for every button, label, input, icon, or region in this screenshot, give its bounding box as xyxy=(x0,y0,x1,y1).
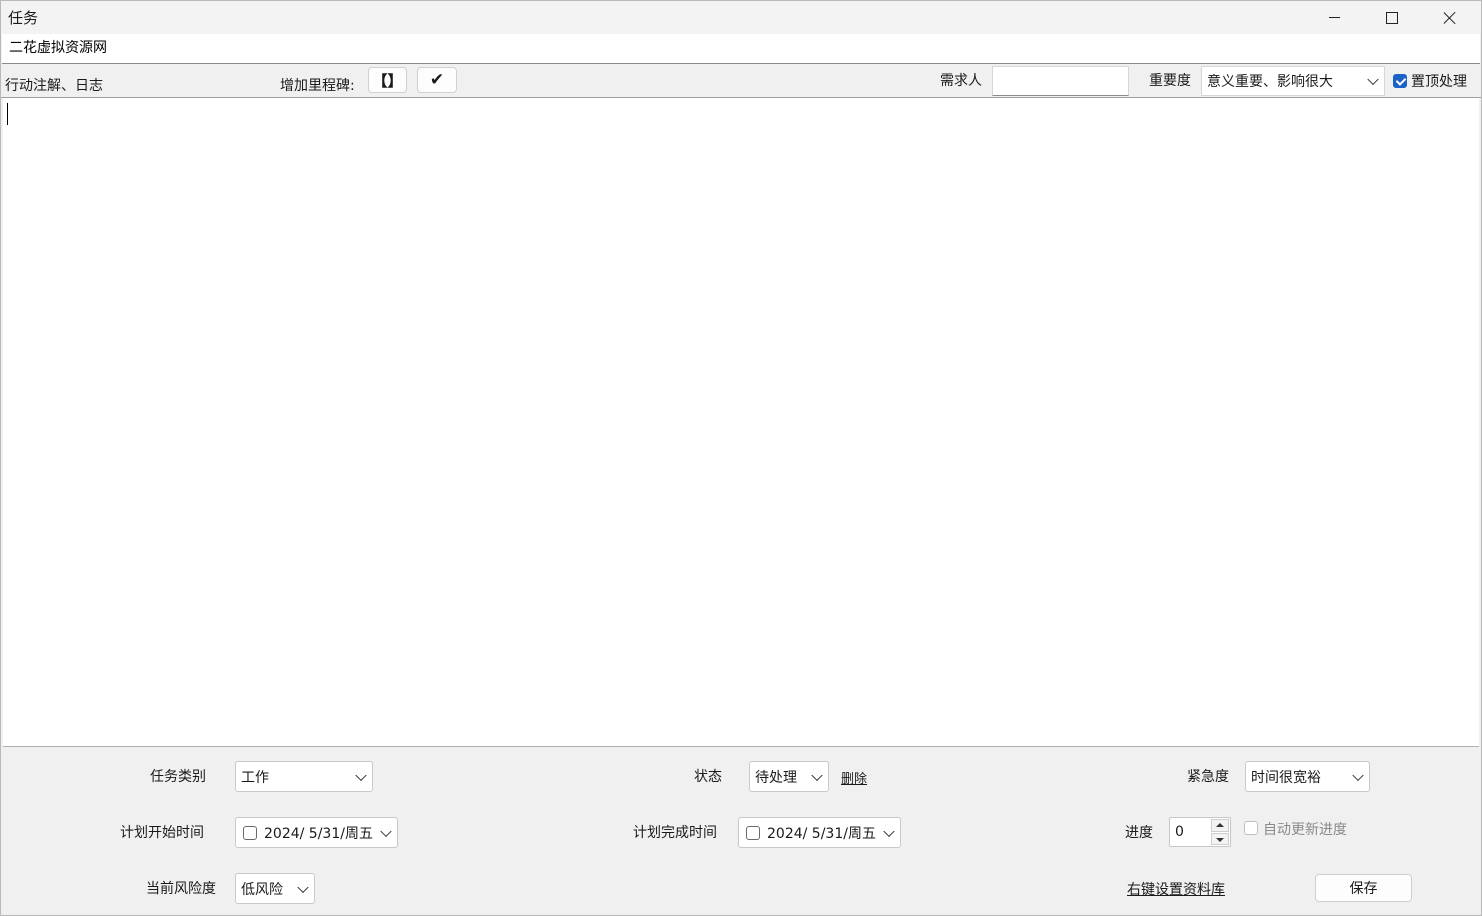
chevron-down-icon xyxy=(380,825,392,837)
maximize-button[interactable] xyxy=(1363,1,1421,34)
plan-start-value: 2024/ 5/31/周五 xyxy=(264,825,373,842)
plan-start-label: 计划开始时间 xyxy=(120,825,204,841)
add-milestone-check-button[interactable]: ✔ xyxy=(417,67,457,93)
plan-end-date-picker[interactable]: 2024/ 5/31/周五 xyxy=(738,817,901,848)
risk-label: 当前风险度 xyxy=(146,881,216,897)
chevron-down-icon xyxy=(811,769,823,781)
status-label: 状态 xyxy=(694,769,722,785)
risk-value: 低风险 xyxy=(241,881,283,898)
close-icon xyxy=(1443,11,1457,25)
chevron-down-icon xyxy=(1352,769,1364,781)
decrement-icon[interactable] xyxy=(1211,832,1229,845)
urgency-label: 紧急度 xyxy=(1187,769,1229,785)
maximize-icon xyxy=(1386,11,1398,24)
requester-label: 需求人 xyxy=(940,73,982,89)
toolbar: 行动注解、日志 增加里程碑: 【】 ✔ 需求人 重要度 意义重要、影响很大 置顶… xyxy=(1,64,1481,98)
progress-stepper[interactable]: 0 xyxy=(1169,817,1231,847)
status-select[interactable]: 待处理 xyxy=(749,761,829,792)
notes-editor[interactable] xyxy=(3,98,1479,747)
task-title-input[interactable] xyxy=(9,39,1409,55)
library-settings-link[interactable]: 右键设置资料库 xyxy=(1127,879,1225,899)
chevron-down-icon xyxy=(355,769,367,781)
status-value: 待处理 xyxy=(755,769,797,786)
auto-progress-label: 自动更新进度 xyxy=(1263,822,1347,838)
category-value: 工作 xyxy=(241,769,269,786)
importance-value: 意义重要、影响很大 xyxy=(1207,74,1333,90)
category-label: 任务类别 xyxy=(150,769,206,785)
urgency-select[interactable]: 时间很宽裕 xyxy=(1245,761,1370,792)
task-window: 任务 行动注解、日志 增加里程碑: 【】 ✔ 需求人 重要度 意义重要、影响很大… xyxy=(0,0,1482,916)
requester-field[interactable] xyxy=(992,66,1129,96)
plan-end-label: 计划完成时间 xyxy=(633,825,717,841)
requester-input[interactable] xyxy=(993,67,1128,95)
plan-start-date-picker[interactable]: 2024/ 5/31/周五 xyxy=(235,817,398,848)
progress-value: 0 xyxy=(1175,824,1184,840)
minimize-button[interactable] xyxy=(1305,1,1363,34)
chevron-down-icon xyxy=(883,825,895,837)
urgency-value: 时间很宽裕 xyxy=(1251,769,1321,786)
chevron-down-icon xyxy=(297,881,309,893)
risk-select[interactable]: 低风险 xyxy=(235,873,315,904)
milestone-label: 增加里程碑: xyxy=(280,78,355,94)
minimize-icon xyxy=(1328,17,1340,18)
delete-link[interactable]: 删除 xyxy=(841,768,867,787)
chevron-down-icon xyxy=(1367,73,1379,86)
plan-start-checkbox[interactable] xyxy=(243,825,257,840)
notes-label: 行动注解、日志 xyxy=(5,78,103,94)
pin-label: 置顶处理 xyxy=(1411,74,1467,90)
close-button[interactable] xyxy=(1421,1,1479,34)
increment-icon[interactable] xyxy=(1211,819,1229,832)
plan-end-value: 2024/ 5/31/周五 xyxy=(767,825,876,842)
category-select[interactable]: 工作 xyxy=(235,761,373,792)
task-title-field[interactable] xyxy=(2,34,1480,64)
auto-progress-checkbox[interactable] xyxy=(1244,821,1258,835)
importance-select[interactable]: 意义重要、影响很大 xyxy=(1201,66,1385,96)
save-button[interactable]: 保存 xyxy=(1315,874,1412,902)
add-milestone-bracket-button[interactable]: 【】 xyxy=(368,67,407,93)
task-properties-panel: 任务类别 工作 状态 待处理 删除 紧急度 时间很宽裕 计划开始时间 2024/… xyxy=(1,747,1481,915)
title-bar: 任务 xyxy=(1,1,1481,34)
importance-label: 重要度 xyxy=(1149,73,1191,89)
progress-label: 进度 xyxy=(1125,825,1153,841)
pin-checkbox[interactable] xyxy=(1393,74,1407,88)
plan-end-checkbox[interactable] xyxy=(746,825,760,840)
text-caret xyxy=(7,103,8,125)
window-title: 任务 xyxy=(8,9,39,27)
